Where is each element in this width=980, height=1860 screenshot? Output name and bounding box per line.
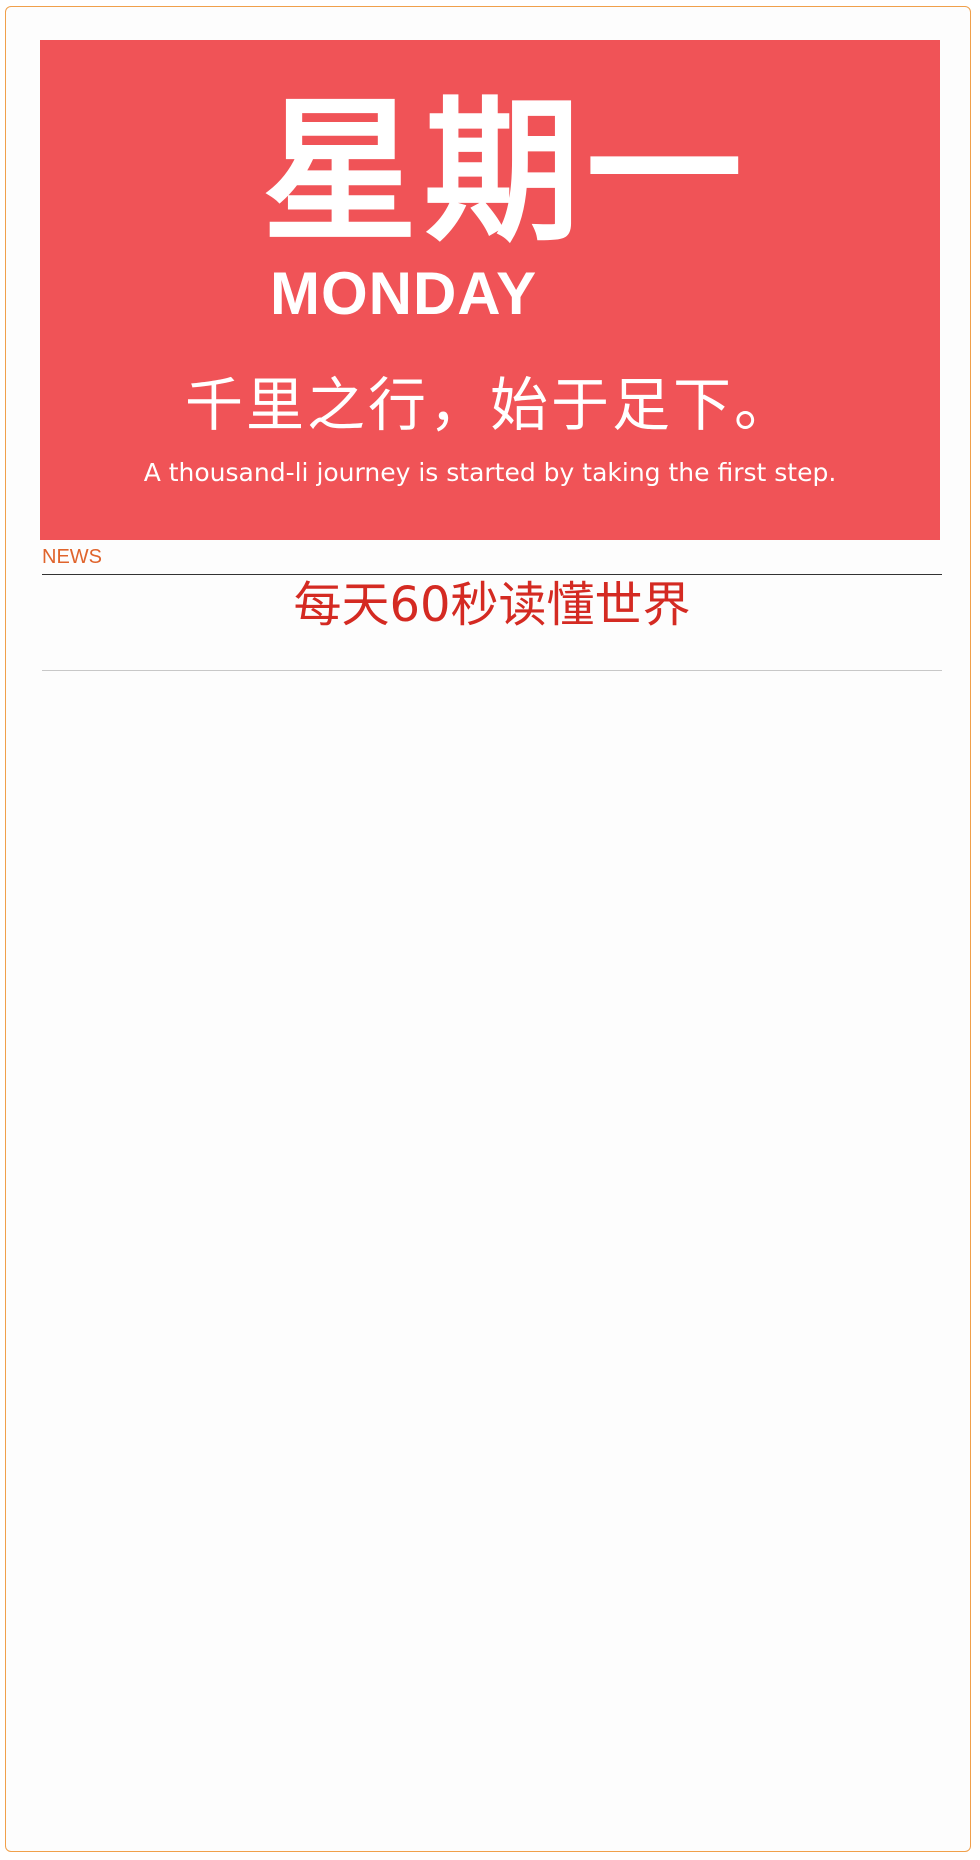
banner-weekday-english: MONDAY [270,260,538,327]
news-content-area [42,680,942,1830]
banner-weekday-chinese: 星期一 [262,81,748,263]
banner-proverb-english: A thousand-li journey is started by taki… [143,458,837,487]
headline-divider [42,670,942,671]
news-section-label: NEWS [42,546,102,568]
weekday-banner-image: 星期一 MONDAY 千里之行，始于足下。 A thousand-li jour… [40,40,940,540]
banner-proverb-chinese: 千里之行，始于足下。 [184,371,795,439]
page-headline: 每天60秒读懂世界 [293,577,691,633]
